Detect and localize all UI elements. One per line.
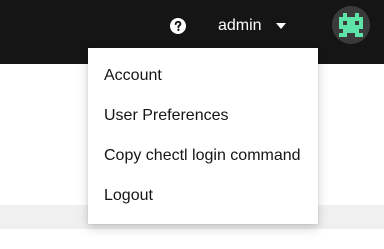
menu-item-account[interactable]: Account bbox=[88, 56, 318, 96]
user-menu-toggle[interactable]: admin bbox=[210, 14, 286, 38]
avatar[interactable] bbox=[332, 6, 370, 44]
user-dropdown-menu: Account User Preferences Copy chectl log… bbox=[88, 48, 318, 224]
menu-item-user-preferences[interactable]: User Preferences bbox=[88, 96, 318, 136]
menu-item-copy-login-command[interactable]: Copy chectl login command bbox=[88, 136, 318, 176]
caret-down-icon bbox=[275, 23, 286, 29]
content-card bbox=[0, 229, 384, 249]
help-button[interactable] bbox=[170, 18, 186, 34]
question-circle-icon bbox=[170, 18, 186, 34]
menu-item-logout[interactable]: Logout bbox=[88, 176, 318, 216]
avatar-identicon bbox=[332, 6, 370, 44]
username-label: admin bbox=[218, 17, 262, 34]
